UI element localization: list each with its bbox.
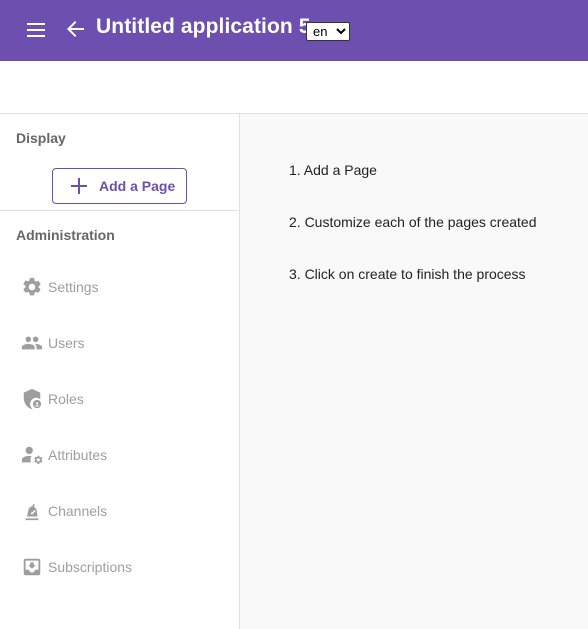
- administration-section-label: Administration: [16, 227, 115, 243]
- sidebar-item-attributes[interactable]: Attributes: [0, 435, 239, 475]
- sidebar-divider: [0, 210, 239, 211]
- add-page-label: Add a Page: [99, 178, 176, 194]
- sidebar-item-label: Settings: [48, 279, 99, 295]
- sidebar-item-label: Channels: [48, 503, 108, 519]
- sidebar: Display Add a Page Administration Settin…: [0, 114, 240, 629]
- sidebar-item-users[interactable]: Users: [0, 323, 239, 363]
- sidebar-item-roles[interactable]: Roles: [0, 379, 239, 419]
- app-title: Untitled application 5: [96, 15, 311, 38]
- inbox-download-icon: [21, 556, 43, 578]
- instruction-step: 1. Add a Page: [289, 162, 377, 178]
- plus-icon: [71, 178, 87, 194]
- app-bar: Untitled application 5 en: [0, 0, 588, 61]
- gear-icon: [21, 276, 43, 298]
- channel-icon: [21, 500, 43, 522]
- sidebar-item-label: Roles: [48, 391, 84, 407]
- users-icon: [21, 332, 43, 354]
- language-select[interactable]: en: [306, 22, 350, 41]
- sidebar-item-subscriptions[interactable]: Subscriptions: [0, 547, 239, 587]
- display-section-label: Display: [16, 130, 66, 146]
- sidebar-item-label: Attributes: [48, 447, 108, 463]
- main-content: 1. Add a Page 2. Customize each of the p…: [240, 114, 588, 629]
- shield-icon: [21, 388, 43, 410]
- sidebar-item-label: Subscriptions: [48, 559, 133, 575]
- sidebar-item-label: Users: [48, 335, 85, 351]
- back-arrow-icon[interactable]: [64, 16, 88, 42]
- menu-icon[interactable]: [24, 20, 48, 40]
- toolbar-area: [0, 61, 588, 114]
- user-gear-icon: [21, 444, 43, 466]
- instruction-step: 3. Click on create to finish the process: [289, 266, 526, 282]
- instruction-step: 2. Customize each of the pages created: [289, 214, 537, 230]
- sidebar-item-channels[interactable]: Channels: [0, 491, 239, 531]
- sidebar-item-settings[interactable]: Settings: [0, 267, 239, 307]
- add-page-button[interactable]: Add a Page: [52, 168, 187, 204]
